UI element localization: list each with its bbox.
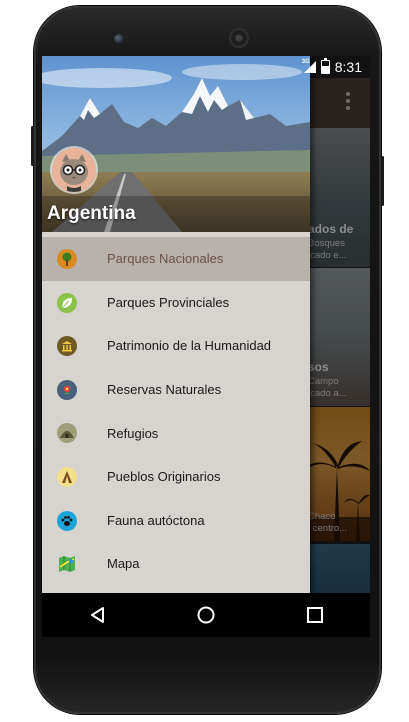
drawer-item-reservas[interactable]: Reservas Naturales [42, 368, 310, 412]
drawer-item-label: Parques Provinciales [107, 294, 230, 310]
tree-icon [57, 249, 77, 269]
home-icon [197, 606, 215, 624]
landmark-icon [57, 336, 77, 357]
drawer-item-label: Pueblos Originarios [107, 469, 221, 485]
drawer-item-label: Reservas Naturales [107, 382, 222, 398]
paw-icon [57, 510, 77, 531]
recents-button[interactable] [285, 593, 345, 637]
system-nav-bar [42, 593, 370, 637]
power-button [381, 156, 384, 206]
flower-icon [57, 379, 77, 400]
drawer-item-mapa[interactable]: Mapa [42, 542, 310, 586]
drawer-item-fauna[interactable]: Fauna autóctona [42, 499, 310, 543]
drawer-item-label: Parques Nacionales [107, 251, 224, 267]
home-button[interactable] [176, 593, 236, 637]
drawer-item-patrimonio[interactable]: Patrimonio de la Humanidad [42, 324, 310, 368]
drawer-item-parques-provinciales[interactable]: Parques Provinciales [42, 281, 310, 325]
drawer-item-label: Mapa [107, 556, 140, 572]
drawer-header-title: Argentina [47, 203, 136, 224]
screen: ados de Bosques icado e... sos Campo ica… [42, 56, 370, 637]
signal-icon: 3G [301, 59, 316, 73]
navigation-drawer: Argentina Parques Nacionales Parques Pro… [42, 56, 310, 593]
drawer-item-label: Refugios [107, 425, 159, 441]
drawer-header: Argentina [42, 56, 310, 232]
tent-icon [57, 466, 77, 487]
recents-icon [307, 607, 324, 623]
battery-icon [320, 58, 330, 74]
back-icon [90, 607, 104, 623]
status-bar: 3G 8:31 [42, 56, 370, 78]
network-type-label: 3G [301, 59, 310, 65]
drawer-item-refugios[interactable]: Refugios [42, 411, 310, 455]
back-button[interactable] [67, 593, 127, 637]
front-camera [114, 34, 124, 44]
drawer-item-pueblos[interactable]: Pueblos Originarios [42, 455, 310, 499]
drawer-item-label: Patrimonio de la Humanidad [107, 338, 272, 354]
cat-avatar-icon [52, 148, 96, 192]
status-time: 8:31 [334, 59, 362, 75]
leaf-icon [57, 292, 77, 313]
drawer-item-label: Fauna autóctona [107, 512, 205, 528]
avatar[interactable] [52, 148, 96, 192]
earpiece-speaker [229, 28, 249, 48]
drawer-item-parques-nacionales[interactable]: Parques Nacionales [42, 237, 310, 281]
map-icon [57, 554, 77, 574]
shelter-icon [57, 423, 77, 444]
volume-button [31, 126, 34, 166]
drawer-menu: Parques Nacionales Parques Provinciales … [42, 237, 310, 586]
